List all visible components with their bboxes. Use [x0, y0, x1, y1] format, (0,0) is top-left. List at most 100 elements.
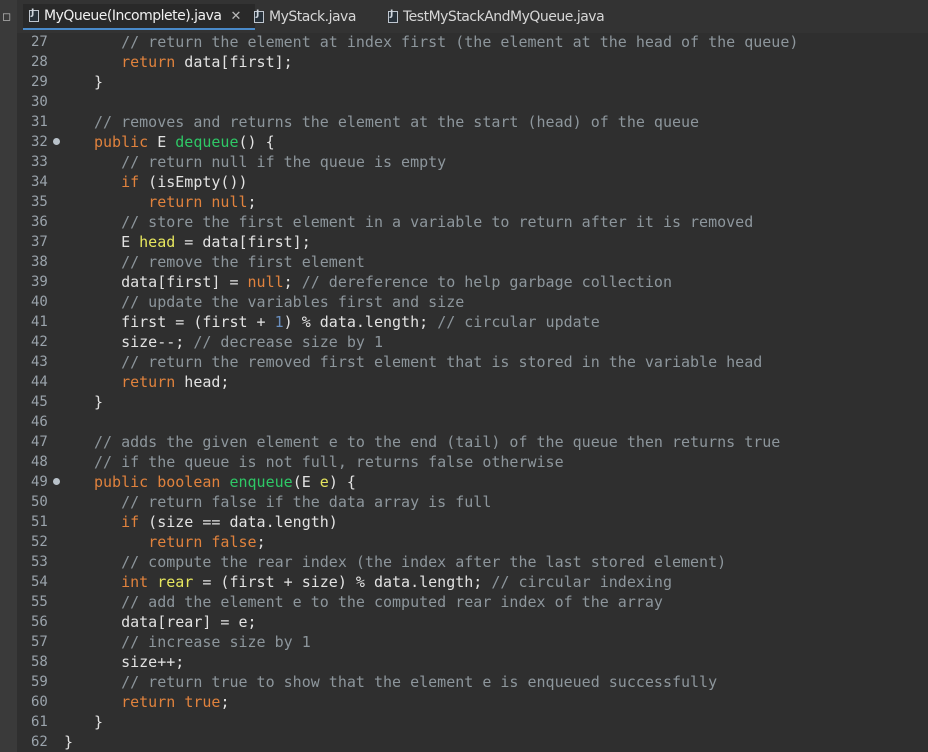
code-token: (size == data.length) [139, 513, 338, 531]
code-token [94, 693, 121, 711]
code-token: // return the element at index first (th… [94, 33, 798, 51]
code-text: data[first] = null; // dereference to he… [94, 272, 672, 292]
code-token: } [64, 733, 73, 751]
line-number: 47 [31, 432, 63, 452]
code-line: 32public E dequeue() { [17, 132, 917, 152]
code-text: if (isEmpty()) [94, 172, 248, 192]
code-text: // removes and returns the element at th… [94, 112, 699, 132]
code-text: int rear = (first + size) % data.length;… [94, 572, 672, 592]
code-token [94, 373, 121, 391]
code-text: // store the first element in a variable… [94, 212, 753, 232]
line-number: 53 [31, 552, 63, 572]
code-line: 47 // adds the given element e to the end… [17, 432, 917, 452]
code-text: // add the element e to the computed rea… [94, 592, 663, 612]
tab-myqueue[interactable]: MyQueue(Incomplete).java ✕ [23, 4, 255, 30]
code-token: ) % data.length; [284, 313, 438, 331]
code-token: // if the queue is not full, returns fal… [94, 453, 564, 471]
line-number: 59 [31, 672, 63, 692]
code-token: data[first]; [175, 53, 292, 71]
code-token: public [94, 133, 148, 151]
code-token [148, 473, 157, 491]
code-token: // return false if the data array is ful… [94, 493, 491, 511]
code-token: // update the variables first and size [94, 293, 464, 311]
line-number: 45 [31, 392, 63, 412]
code-token: // return null if the queue is empty [94, 153, 446, 171]
panel-corner-icon: ◻ [2, 10, 11, 23]
code-token: // remove the first element [94, 253, 365, 271]
code-token: public [94, 473, 148, 491]
code-token: enqueue [229, 473, 292, 491]
code-line: 43 // return the removed first element t… [17, 352, 917, 372]
code-token: // adds the given element e to the end (… [94, 433, 780, 451]
code-token: null [248, 273, 284, 291]
code-token: size--; [94, 333, 193, 351]
code-token: // return the removed first element that… [94, 353, 762, 371]
code-line: 59 // return true to show that the eleme… [17, 672, 917, 692]
code-text: } [64, 732, 73, 752]
code-text: // return the element at index first (th… [94, 32, 798, 52]
line-number: 40 [31, 292, 63, 312]
code-token: dequeue [175, 133, 238, 151]
line-number: 35 [31, 192, 63, 212]
code-line: 34 if (isEmpty()) [17, 172, 917, 192]
code-line: 36 // store the first element in a varia… [17, 212, 917, 232]
line-number: 52 [31, 532, 63, 552]
code-token: (isEmpty()) [139, 173, 247, 191]
line-number: 56 [31, 612, 63, 632]
code-text: return true; [94, 692, 229, 712]
code-token [148, 573, 157, 591]
fold-marker-icon[interactable] [53, 138, 60, 145]
code-text: // increase size by 1 [94, 632, 311, 652]
line-number: 27 [31, 32, 63, 52]
tab-test[interactable]: TestMyStackAndMyQueue.java [388, 4, 604, 30]
line-number: 31 [31, 112, 63, 132]
tab-label: TestMyStackAndMyQueue.java [403, 9, 604, 25]
fold-marker-icon[interactable] [53, 478, 60, 485]
code-token [94, 533, 148, 551]
code-text: // return false if the data array is ful… [94, 492, 491, 512]
code-line: 29} [17, 72, 917, 92]
code-token: boolean [157, 473, 220, 491]
code-text: } [94, 712, 103, 732]
code-line: 58 size++; [17, 652, 917, 672]
code-token: true [184, 693, 220, 711]
code-line: 50 // return false if the data array is … [17, 492, 917, 512]
line-number: 34 [31, 172, 63, 192]
code-text: } [94, 72, 103, 92]
line-number: 46 [31, 412, 63, 432]
code-token [175, 693, 184, 711]
code-text: // remove the first element [94, 252, 365, 272]
line-number: 28 [31, 52, 63, 72]
line-number: 33 [31, 152, 63, 172]
code-token: E [148, 133, 175, 151]
code-line: 31 // removes and returns the element at … [17, 112, 917, 132]
close-icon[interactable]: ✕ [230, 9, 240, 24]
code-token: if [121, 513, 139, 531]
code-line: 33 // return null if the queue is empty [17, 152, 917, 172]
line-number: 43 [31, 352, 63, 372]
code-line: 35 return null; [17, 192, 917, 212]
code-token: false [211, 533, 256, 551]
code-token: return [121, 373, 175, 391]
code-token: // dereference to help garbage collectio… [302, 273, 672, 291]
line-number: 60 [31, 692, 63, 712]
code-line: 45} [17, 392, 917, 412]
code-text: // return the removed first element that… [94, 352, 762, 372]
code-text: return head; [94, 372, 229, 392]
line-number: 61 [31, 712, 63, 732]
code-text: // return true to show that the element … [94, 672, 717, 692]
code-token: return [121, 53, 175, 71]
code-token: first = (first + [94, 313, 275, 331]
tab-mystack[interactable]: MyStack.java [254, 4, 356, 30]
code-text: return null; [94, 192, 257, 212]
code-line: 51 if (size == data.length) [17, 512, 917, 532]
code-token: if [121, 173, 139, 191]
code-text: size++; [94, 652, 184, 672]
code-text: // compute the rear index (the index aft… [94, 552, 726, 572]
code-token: } [94, 393, 103, 411]
code-token: int [121, 573, 148, 591]
line-number: 55 [31, 592, 63, 612]
code-editor[interactable]: 27 // return the element at index first … [17, 33, 928, 752]
code-token: 1 [275, 313, 284, 331]
code-token: // increase size by 1 [94, 633, 311, 651]
